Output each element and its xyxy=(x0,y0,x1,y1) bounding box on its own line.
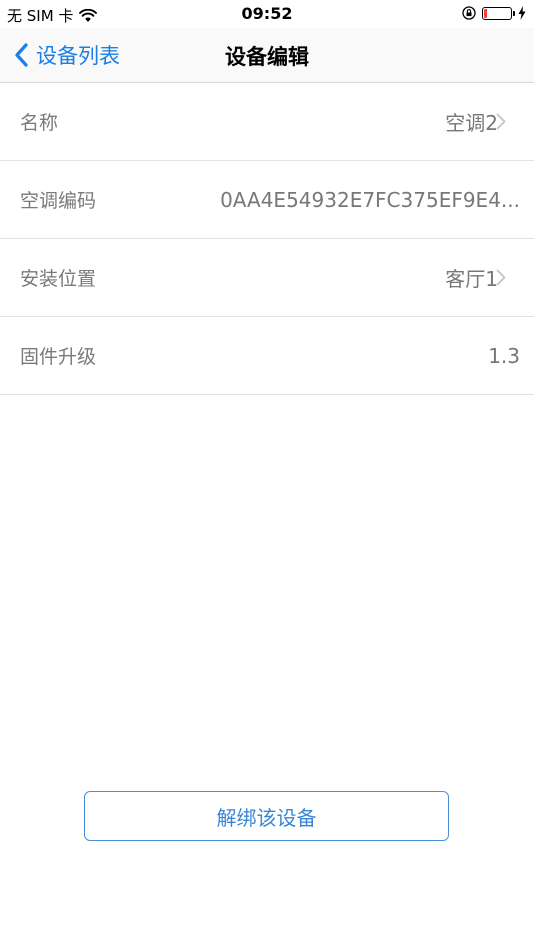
navigation-bar: 设备列表 设备编辑 xyxy=(0,28,534,83)
row-value: 0AA4E54932E7FC375EF9E4... xyxy=(220,187,520,212)
back-button[interactable]: 设备列表 xyxy=(14,38,120,72)
unbind-device-button[interactable]: 解绑该设备 xyxy=(84,791,449,841)
row-install-location[interactable]: 安装位置 客厅1 xyxy=(0,239,534,317)
row-value: 1.3 xyxy=(488,343,520,368)
row-value: 空调2 xyxy=(445,111,498,135)
status-right xyxy=(462,6,526,20)
row-label: 固件升级 xyxy=(20,346,97,368)
battery-icon xyxy=(482,6,515,20)
row-label: 安装位置 xyxy=(20,268,97,290)
chevron-right-icon xyxy=(496,269,506,286)
row-name[interactable]: 名称 空调2 xyxy=(0,83,534,161)
row-value: 客厅1 xyxy=(445,267,498,291)
row-ac-code: 空调编码 0AA4E54932E7FC375EF9E4... xyxy=(0,161,534,239)
row-label: 名称 xyxy=(20,112,59,134)
row-label: 空调编码 xyxy=(20,190,97,212)
chevron-left-icon xyxy=(15,43,28,67)
row-firmware-upgrade[interactable]: 固件升级 1.3 xyxy=(0,317,534,395)
settings-list: 名称 空调2 空调编码 0AA4E54932E7FC375EF9E4... 安装… xyxy=(0,83,534,395)
chevron-right-icon xyxy=(496,113,506,130)
charging-bolt-icon xyxy=(518,6,526,20)
orientation-lock-icon xyxy=(462,6,476,20)
back-button-label: 设备列表 xyxy=(36,44,120,68)
status-time: 09:52 xyxy=(241,4,293,23)
status-bar: 无 SIM 卡 09:52 xyxy=(0,0,534,28)
battery-level xyxy=(484,8,487,18)
